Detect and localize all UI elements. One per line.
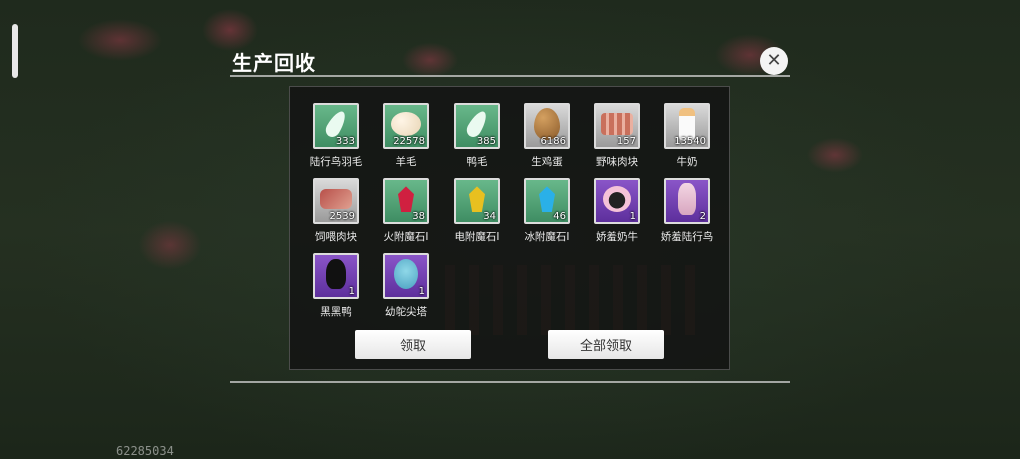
item-name: 鸭毛 xyxy=(466,156,488,168)
item-count: 2 xyxy=(699,211,706,222)
item-name: 黑黑鸭 xyxy=(320,306,352,317)
reward-item[interactable]: 385 鸭毛 xyxy=(447,103,507,175)
item-name: 羊毛 xyxy=(395,156,417,168)
item-name: 娇羞奶牛 xyxy=(596,231,638,243)
item-name: 生鸡蛋 xyxy=(531,156,563,168)
reward-item[interactable]: 13540 牛奶 xyxy=(657,103,717,175)
reward-item[interactable]: 38 火附魔石I xyxy=(376,178,436,250)
blue-gem-icon xyxy=(539,186,555,213)
item-count: 1 xyxy=(418,286,425,297)
reward-item[interactable]: 1 幼鸵尖塔 xyxy=(376,253,436,317)
reward-item[interactable]: 2 娇羞陆行鸟 xyxy=(657,178,717,250)
item-slot: 1 xyxy=(313,253,359,299)
item-name: 饲喂肉块 xyxy=(315,231,357,243)
item-name: 幼鸵尖塔 xyxy=(385,306,427,317)
item-count: 333 xyxy=(335,136,355,147)
item-slot: 2539 xyxy=(313,178,359,224)
dialog-title: 生产回收 xyxy=(232,51,316,75)
reward-item[interactable]: 6186 生鸡蛋 xyxy=(517,103,577,175)
reward-item[interactable]: 34 电附魔石I xyxy=(447,178,507,250)
item-count: 157 xyxy=(616,136,636,147)
side-menu-handle[interactable] xyxy=(12,24,18,78)
item-slot: 22578 xyxy=(383,103,429,149)
item-slot: 1 xyxy=(383,253,429,299)
item-count: 1 xyxy=(348,286,355,297)
item-name: 冰附魔石I xyxy=(524,231,570,243)
game-scene: 生产回收 ✕ 333 陆行鸟羽毛 22578 羊毛 385 鸭毛 6186 生鸡… xyxy=(0,0,1020,459)
reward-item[interactable]: 1 娇羞奶牛 xyxy=(587,178,647,250)
item-slot: 46 xyxy=(524,178,570,224)
yellow-gem-icon xyxy=(469,186,485,213)
cow-icon xyxy=(603,186,631,213)
item-slot: 38 xyxy=(383,178,429,224)
footer-divider xyxy=(230,381,790,383)
item-name: 娇羞陆行鸟 xyxy=(660,231,714,243)
reward-item[interactable]: 157 野味肉块 xyxy=(587,103,647,175)
item-slot: 157 xyxy=(594,103,640,149)
chick-icon xyxy=(394,259,418,290)
steak-icon xyxy=(320,189,352,210)
item-slot: 385 xyxy=(454,103,500,149)
claim-button[interactable]: 领取 xyxy=(355,330,471,359)
item-count: 34 xyxy=(483,211,496,222)
item-slot: 6186 xyxy=(524,103,570,149)
player-uid: 62285034 xyxy=(116,444,174,458)
close-button[interactable]: ✕ xyxy=(760,47,788,75)
item-name: 野味肉块 xyxy=(596,156,638,168)
wool-icon xyxy=(391,112,421,137)
item-name: 火附魔石I xyxy=(383,231,429,243)
item-count: 1 xyxy=(629,211,636,222)
close-icon: ✕ xyxy=(766,50,782,71)
reward-item[interactable]: 2539 饲喂肉块 xyxy=(306,178,366,250)
rewards-panel: 333 陆行鸟羽毛 22578 羊毛 385 鸭毛 6186 生鸡蛋 157 野… xyxy=(289,86,730,370)
item-slot: 13540 xyxy=(664,103,710,149)
item-slot: 2 xyxy=(664,178,710,224)
item-slot: 333 xyxy=(313,103,359,149)
red-gem-icon xyxy=(398,186,414,213)
title-divider xyxy=(230,75,790,77)
reward-item[interactable]: 22578 羊毛 xyxy=(376,103,436,175)
claim-all-button[interactable]: 全部领取 xyxy=(548,330,664,359)
reward-item[interactable]: 1 黑黑鸭 xyxy=(306,253,366,317)
rewards-grid[interactable]: 333 陆行鸟羽毛 22578 羊毛 385 鸭毛 6186 生鸡蛋 157 野… xyxy=(290,87,729,317)
item-name: 电附魔石I xyxy=(454,231,500,243)
item-name: 陆行鸟羽毛 xyxy=(309,156,363,168)
reward-item[interactable]: 333 陆行鸟羽毛 xyxy=(306,103,366,175)
item-count: 22578 xyxy=(393,136,425,147)
item-count: 2539 xyxy=(329,211,355,222)
item-count: 6186 xyxy=(540,136,566,147)
meat-icon xyxy=(601,113,633,136)
item-count: 13540 xyxy=(674,136,706,147)
item-name: 牛奶 xyxy=(676,156,698,168)
item-count: 38 xyxy=(412,211,425,222)
black-duck-icon xyxy=(326,259,346,290)
item-slot: 1 xyxy=(594,178,640,224)
item-count: 385 xyxy=(476,136,496,147)
item-slot: 34 xyxy=(454,178,500,224)
bird-icon xyxy=(678,183,696,216)
reward-item[interactable]: 46 冰附魔石I xyxy=(517,178,577,250)
item-count: 46 xyxy=(553,211,566,222)
